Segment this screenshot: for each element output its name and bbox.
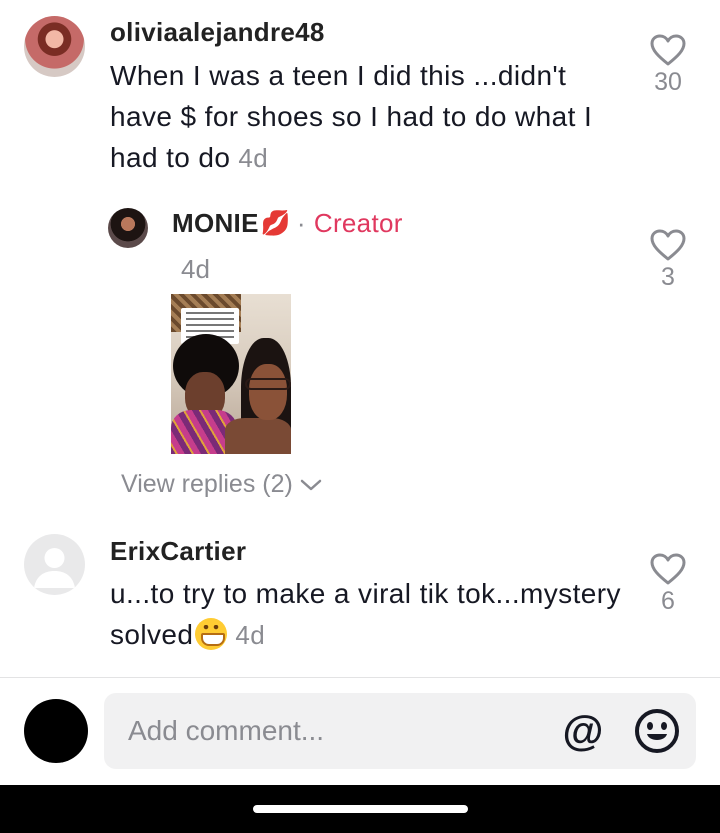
chevron-down-icon [300,479,322,490]
comment-username[interactable]: oliviaalejandre48 [110,17,325,48]
smiley-icon [635,709,679,753]
heart-icon [650,229,686,261]
heart-icon [650,34,686,66]
default-avatar[interactable] [24,534,85,595]
separator-dot: · [296,208,306,238]
my-avatar[interactable] [24,699,88,763]
creator-badge: Creator [313,208,403,238]
thumbnail-person-2-body [225,418,291,454]
composer-divider [0,677,720,678]
user-icon [34,548,75,588]
comment-timestamp: 4d [181,254,210,284]
lips-emoji: 💋 [260,210,291,237]
comment-text: When I was a teen I did this ...didn't h… [110,55,630,179]
like-count: 6 [661,587,675,615]
mention-button[interactable]: @ [559,707,607,755]
comment-username[interactable]: MONIE [172,208,259,239]
comment-timestamp: 4d [235,620,266,650]
grinning-face-emoji [195,618,228,650]
home-indicator[interactable] [253,805,468,813]
view-replies-label: View replies (2) [121,470,293,498]
comment-body: u...to try to make a viral tik tok...mys… [110,578,621,650]
like-button[interactable]: 30 [643,34,693,97]
like-button[interactable]: 6 [643,553,693,616]
view-replies-button[interactable]: View replies (2) [121,470,323,499]
like-button[interactable]: 3 [643,229,693,292]
comment-text: u...to try to make a viral tik tok...mys… [110,573,630,656]
comment-timestamp: 4d [238,143,269,173]
comment-username[interactable]: ErixCartier [110,536,246,567]
thumbnail-person-2-face [249,364,287,420]
comment-body: When I was a teen I did this ...didn't h… [110,60,593,173]
reply-header: MONIE 💋 · Creator [172,208,403,239]
avatar[interactable] [108,208,148,248]
like-count: 30 [654,68,682,96]
comment-composer: @ [104,693,696,769]
like-count: 3 [661,263,675,291]
thumbnail-glasses [245,378,291,390]
emoji-button[interactable] [634,708,680,754]
system-nav-bar [0,785,720,833]
avatar[interactable] [24,16,85,77]
video-thumbnail[interactable] [171,294,291,454]
add-comment-input[interactable] [128,711,528,751]
heart-icon [650,553,686,585]
